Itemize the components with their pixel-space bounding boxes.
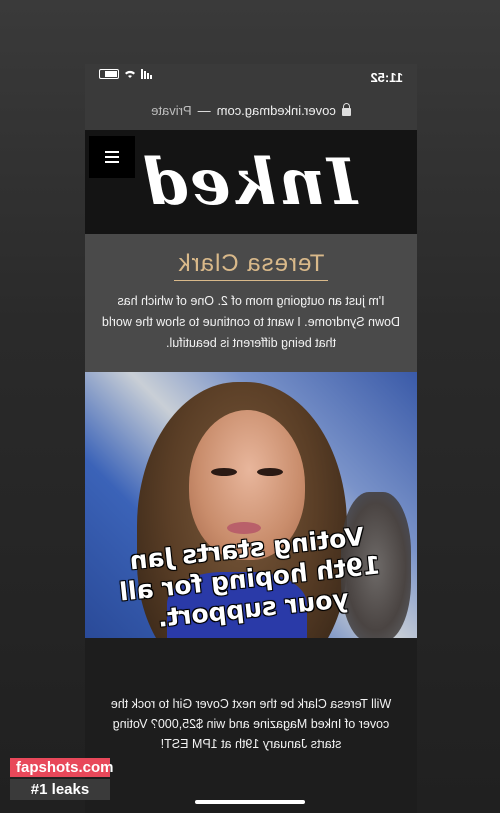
voting-info: Will Teresa Clark be the next Cover Girl…	[85, 638, 417, 813]
watermark: fapshots.com #1 leaks	[10, 758, 114, 800]
site-header: Inked	[85, 130, 417, 234]
url-separator: —	[197, 102, 211, 118]
home-indicator[interactable]	[195, 800, 305, 804]
voting-text: Will Teresa Clark be the next Cover Girl…	[110, 697, 392, 751]
wifi-icon	[125, 70, 135, 78]
phone-screenshot: 11:52 cover.inkedmag.com — Private Inked…	[85, 64, 417, 813]
contestant-name: Teresa Clark	[173, 250, 329, 281]
mirrored-view: 11:52 cover.inkedmag.com — Private Inked…	[85, 64, 417, 813]
contestant-bio: I'm just an outgoing mom of 2. One of wh…	[101, 294, 401, 350]
private-label: Private	[151, 102, 192, 118]
inked-logo[interactable]: Inked	[129, 140, 369, 226]
profile-section: Teresa Clark I'm just an outgoing mom of…	[85, 234, 417, 372]
status-icons	[99, 69, 152, 79]
menu-button[interactable]	[89, 136, 135, 178]
battery-icon	[99, 69, 119, 79]
status-bar: 11:52	[85, 64, 417, 90]
photo-eye	[211, 468, 237, 476]
status-time: 11:52	[370, 70, 403, 85]
address-bar[interactable]: cover.inkedmag.com — Private	[85, 90, 417, 130]
signal-icon	[141, 69, 152, 79]
photo-eye	[257, 468, 283, 476]
hamburger-icon	[105, 151, 119, 153]
url-text: cover.inkedmag.com	[216, 102, 336, 118]
watermark-site: fapshots.com	[10, 758, 114, 777]
lock-icon	[341, 108, 351, 116]
watermark-tag: #1 leaks	[10, 779, 110, 800]
